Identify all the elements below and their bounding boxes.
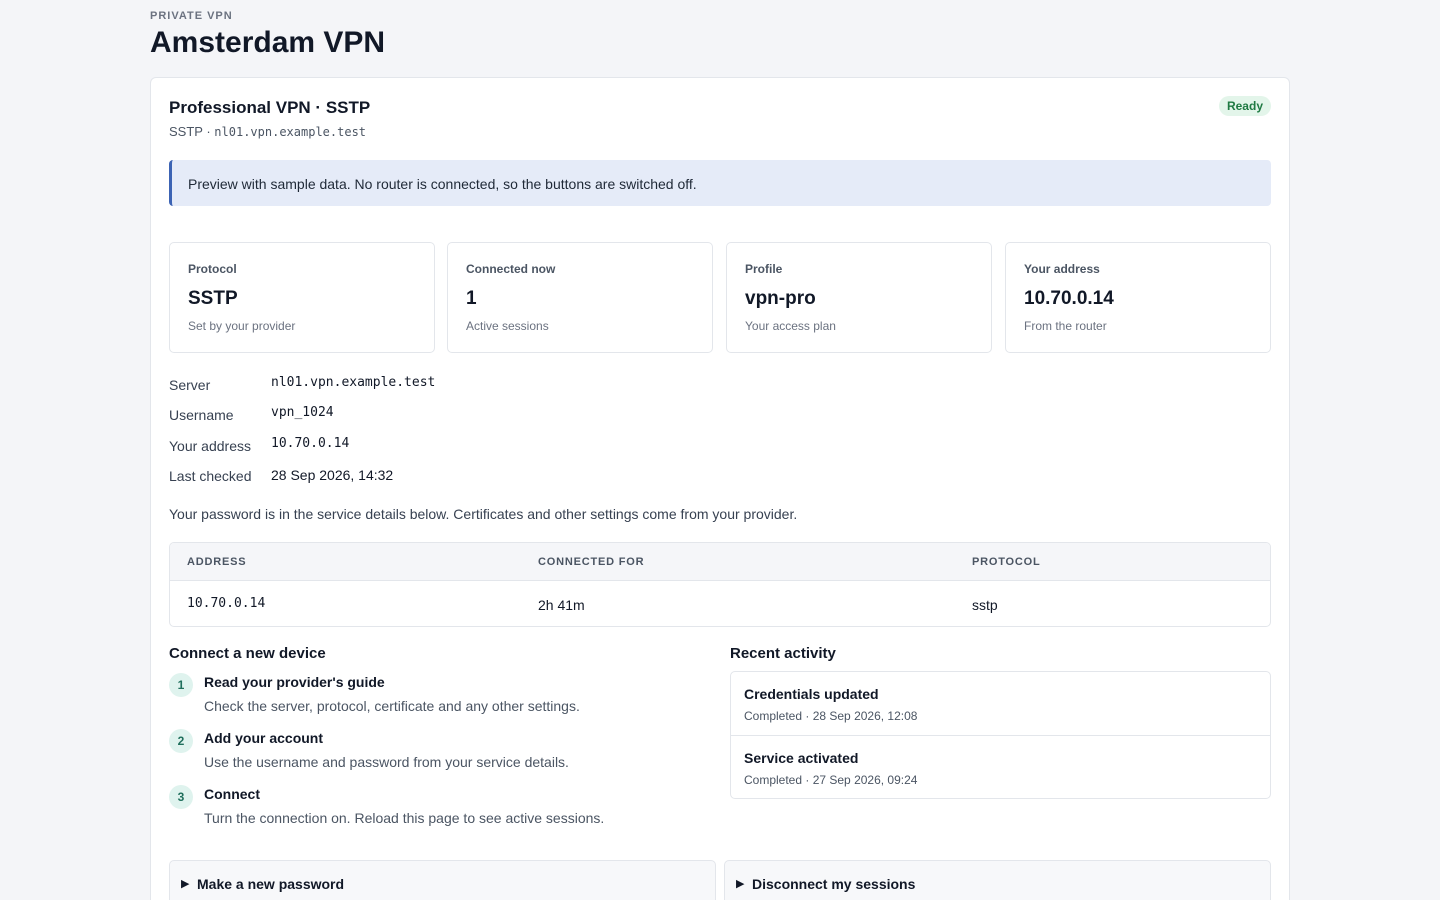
stat-value: 10.70.0.14	[1024, 288, 1114, 309]
step-number: 3	[169, 785, 193, 809]
activity-heading: Recent activity	[730, 645, 836, 662]
table-cell: 2h 41m	[538, 597, 585, 613]
table-cell: 10.70.0.14	[187, 596, 266, 611]
stat-card-protocol: Protocol SSTP Set by your provider	[169, 242, 435, 353]
step-item: 3 Connect Turn the connection on. Reload…	[169, 785, 709, 835]
service-card: Professional VPN · SSTP SSTP · nl01.vpn.…	[150, 77, 1290, 900]
activity-meta: Completed · 28 Sep 2026, 12:08	[744, 709, 918, 723]
step-description: Turn the connection on. Reload this page…	[204, 810, 605, 826]
stat-label: Connected now	[466, 262, 556, 276]
stat-label: Protocol	[188, 262, 237, 276]
step-title: Add your account	[204, 730, 324, 746]
detail-value: 28 Sep 2026, 14:32	[271, 467, 394, 483]
stat-note: Set by your provider	[188, 319, 296, 333]
caret-right-icon: ▶	[181, 878, 190, 890]
sessions-table: ADDRESS CONNECTED FOR PROTOCOL 10.70.0.1…	[169, 542, 1271, 627]
page-eyebrow: PRIVATE VPN	[150, 10, 233, 22]
stat-value: 1	[466, 288, 477, 309]
table-header: ADDRESS CONNECTED FOR PROTOCOL	[170, 543, 1270, 581]
stat-label: Profile	[745, 262, 783, 276]
activity-title: Credentials updated	[744, 686, 879, 702]
detail-value: 10.70.0.14	[271, 436, 350, 451]
stat-card-address: Your address 10.70.0.14 From the router	[1005, 242, 1271, 353]
password-note: Your password is in the service details …	[169, 506, 798, 522]
page-title: Amsterdam VPN	[150, 26, 386, 59]
step-number: 1	[169, 673, 193, 697]
stat-card-profile: Profile vpn-pro Your access plan	[726, 242, 992, 353]
detail-key: Last checked	[169, 468, 252, 484]
step-title: Connect	[204, 786, 260, 802]
step-title: Read your provider's guide	[204, 674, 385, 690]
column-header: CONNECTED FOR	[538, 556, 645, 568]
column-header: ADDRESS	[187, 556, 247, 568]
column-header: PROTOCOL	[972, 556, 1041, 568]
activity-meta: Completed · 27 Sep 2026, 09:24	[744, 773, 918, 787]
table-cell: sstp	[972, 597, 998, 613]
new-password-label: Make a new password	[197, 876, 345, 892]
activity-list: Credentials updated Completed · 28 Sep 2…	[730, 671, 1271, 799]
stat-value: SSTP	[188, 288, 238, 309]
disconnect-sessions-label: Disconnect my sessions	[752, 876, 916, 892]
caret-right-icon: ▶	[736, 878, 745, 890]
stat-note: Your access plan	[745, 319, 836, 333]
stat-card-connected: Connected now 1 Active sessions	[447, 242, 713, 353]
service-subtitle: SSTP · nl01.vpn.example.test	[169, 124, 366, 139]
stat-note: From the router	[1024, 319, 1107, 333]
list-item: Service activated Completed · 27 Sep 202…	[731, 735, 1270, 798]
step-description: Check the server, protocol, certificate …	[204, 698, 580, 714]
stat-note: Active sessions	[466, 319, 549, 333]
detail-key: Your address	[169, 438, 251, 454]
new-password-disclosure[interactable]: ▶ Make a new password	[169, 860, 716, 900]
step-item: 2 Add your account Use the username and …	[169, 729, 709, 779]
status-badge: Ready	[1218, 96, 1271, 116]
service-title: Professional VPN · SSTP	[169, 98, 371, 117]
disconnect-sessions-disclosure[interactable]: ▶ Disconnect my sessions	[724, 860, 1271, 900]
activity-title: Service activated	[744, 750, 859, 766]
preview-notice: Preview with sample data. No router is c…	[169, 160, 1271, 206]
detail-value: nl01.vpn.example.test	[271, 375, 436, 390]
service-subtitle-protocol: SSTP ·	[169, 124, 211, 139]
step-number: 2	[169, 729, 193, 753]
detail-key: Username	[169, 407, 234, 423]
stats-row: Protocol SSTP Set by your provider Conne…	[169, 242, 1271, 353]
service-subtitle-host: nl01.vpn.example.test	[214, 125, 367, 139]
detail-value: vpn_1024	[271, 405, 334, 420]
stat-value: vpn-pro	[745, 288, 816, 309]
list-item: Credentials updated Completed · 28 Sep 2…	[731, 672, 1270, 735]
stat-label: Your address	[1024, 262, 1100, 276]
step-item: 1 Read your provider's guide Check the s…	[169, 673, 709, 723]
connect-heading: Connect a new device	[169, 645, 326, 662]
detail-key: Server	[169, 377, 211, 393]
step-description: Use the username and password from your …	[204, 754, 569, 770]
